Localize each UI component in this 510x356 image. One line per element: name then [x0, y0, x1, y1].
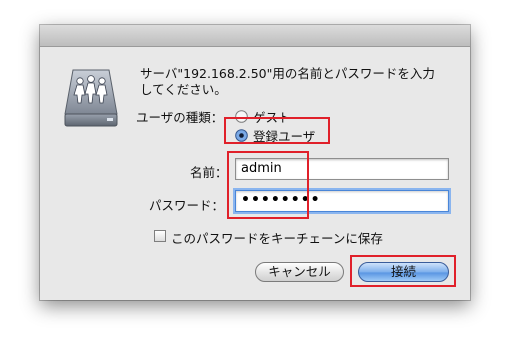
prompt-message-text: サーバ"192.168.2.50"用の名前とパスワードを入力 してください。 — [140, 66, 435, 97]
user-type-label: ユーザの種類： — [136, 110, 224, 125]
save-password-checkbox[interactable] — [154, 230, 166, 242]
highlight-connect-button — [350, 255, 456, 287]
save-password-label[interactable]: このパスワードをキーチェーンに保存 — [171, 228, 383, 247]
password-label: パスワード： — [149, 198, 225, 213]
name-label: 名前： — [190, 165, 228, 180]
shared-server-icon — [63, 68, 119, 130]
cancel-button[interactable]: キャンセル — [255, 262, 344, 282]
highlight-registered-user — [224, 117, 330, 144]
highlight-credentials — [227, 151, 309, 219]
prompt-message: サーバ"192.168.2.50"用の名前とパスワードを入力 してください。 — [140, 66, 460, 98]
dialog-titlebar[interactable] — [40, 25, 470, 47]
